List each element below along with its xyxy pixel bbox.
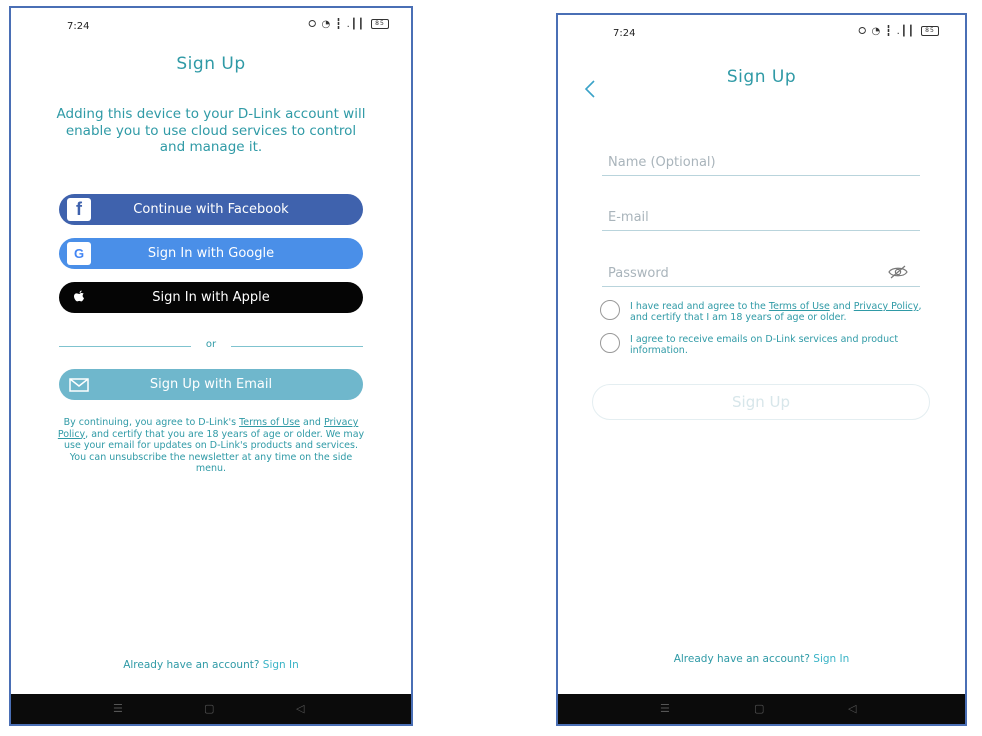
back-nav-icon[interactable]: ◁: [296, 702, 304, 715]
apple-icon: [67, 286, 91, 309]
password-input[interactable]: [602, 262, 920, 285]
system-nav-bar: ☰ ▢ ◁: [11, 694, 411, 724]
google-button-label: Sign In with Google: [147, 246, 275, 261]
status-icons: ⭘ ◔ ┇ .┃┃ 85: [308, 19, 389, 30]
name-input[interactable]: [602, 151, 920, 174]
email-consent-checkbox[interactable]: [600, 333, 620, 353]
apple-button-label: Sign In with Apple: [152, 290, 270, 305]
name-field[interactable]: [602, 151, 920, 176]
battery-icon: 85: [921, 26, 939, 36]
agree-and-text: and: [832, 301, 851, 312]
signal-icons: ⭘ ◔ ┇ .┃┃: [858, 26, 915, 37]
status-time: 7:24: [613, 28, 636, 39]
already-have-account: Already have an account? Sign In: [558, 653, 965, 665]
email-field[interactable]: [602, 206, 920, 231]
terms-of-use-link[interactable]: Terms of Use: [239, 417, 300, 428]
continue-with-facebook-button[interactable]: f Continue with Facebook: [59, 194, 363, 225]
terms-of-use-link[interactable]: Terms of Use: [769, 301, 830, 312]
divider-right: [231, 346, 363, 347]
sign-in-link[interactable]: Sign In: [263, 659, 299, 671]
email-input[interactable]: [602, 206, 920, 229]
hide-password-icon[interactable]: [888, 264, 908, 283]
sign-in-with-google-button[interactable]: G Sign In with Google: [59, 238, 363, 269]
status-icons: ⭘ ◔ ┇ .┃┃ 85: [858, 26, 939, 37]
status-bar: 7:24 ⭘ ◔ ┇ .┃┃ 85: [558, 15, 965, 49]
privacy-policy-link[interactable]: Privacy Policy: [854, 301, 919, 312]
legal-text-end: , and certify that you are 18 years of a…: [64, 428, 365, 475]
home-nav-icon[interactable]: ▢: [754, 702, 764, 715]
facebook-button-label: Continue with Facebook: [133, 202, 289, 217]
already-have-account: Already have an account? Sign In: [11, 659, 411, 671]
battery-icon: 85: [371, 19, 389, 29]
terms-agreement-text: I have read and agree to the Terms of Us…: [630, 301, 930, 323]
page-title: Sign Up: [176, 54, 246, 74]
email-consent-text: I agree to receive emails on D-Link serv…: [630, 334, 899, 356]
divider-left: [59, 346, 191, 347]
email-button-label: Sign Up with Email: [149, 377, 273, 392]
back-nav-icon[interactable]: ◁: [848, 702, 856, 715]
menu-nav-icon[interactable]: ☰: [660, 702, 670, 715]
legal-text-start: By continuing, you agree to D-Link's: [63, 417, 237, 428]
agree-text-start: I have read and agree to the: [630, 301, 766, 312]
status-bar: 7:24 ⭘ ◔ ┇ .┃┃ 85: [11, 8, 411, 42]
or-separator: or: [205, 339, 217, 350]
home-nav-icon[interactable]: ▢: [204, 702, 214, 715]
mail-icon: [67, 373, 91, 396]
sign-in-with-apple-button[interactable]: Sign In with Apple: [59, 282, 363, 313]
already-account-text: Already have an account?: [673, 653, 810, 665]
signal-icons: ⭘ ◔ ┇ .┃┃: [308, 19, 365, 30]
phone-screen-signup-options: 7:24 ⭘ ◔ ┇ .┃┃ 85 Sign Up Adding this de…: [9, 6, 413, 726]
sign-up-with-email-button[interactable]: Sign Up with Email: [59, 369, 363, 400]
legal-notice: By continuing, you agree to D-Link's Ter…: [57, 417, 365, 475]
legal-and-text: and: [303, 417, 321, 428]
terms-agreement-checkbox[interactable]: [600, 300, 620, 320]
already-account-text: Already have an account?: [123, 659, 260, 671]
phone-screen-signup-form: 7:24 ⭘ ◔ ┇ .┃┃ 85 Sign Up I have read an…: [556, 13, 967, 726]
system-nav-bar: ☰ ▢ ◁: [558, 694, 965, 724]
sign-in-link[interactable]: Sign In: [813, 653, 849, 665]
page-title: Sign Up: [726, 67, 797, 87]
intro-text: Adding this device to your D-Link accoun…: [56, 106, 366, 155]
menu-nav-icon[interactable]: ☰: [113, 702, 123, 715]
facebook-icon: f: [67, 198, 91, 221]
google-icon: G: [67, 242, 91, 265]
status-time: 7:24: [67, 21, 90, 32]
password-field[interactable]: [602, 262, 920, 287]
sign-up-button[interactable]: Sign Up: [592, 384, 930, 420]
